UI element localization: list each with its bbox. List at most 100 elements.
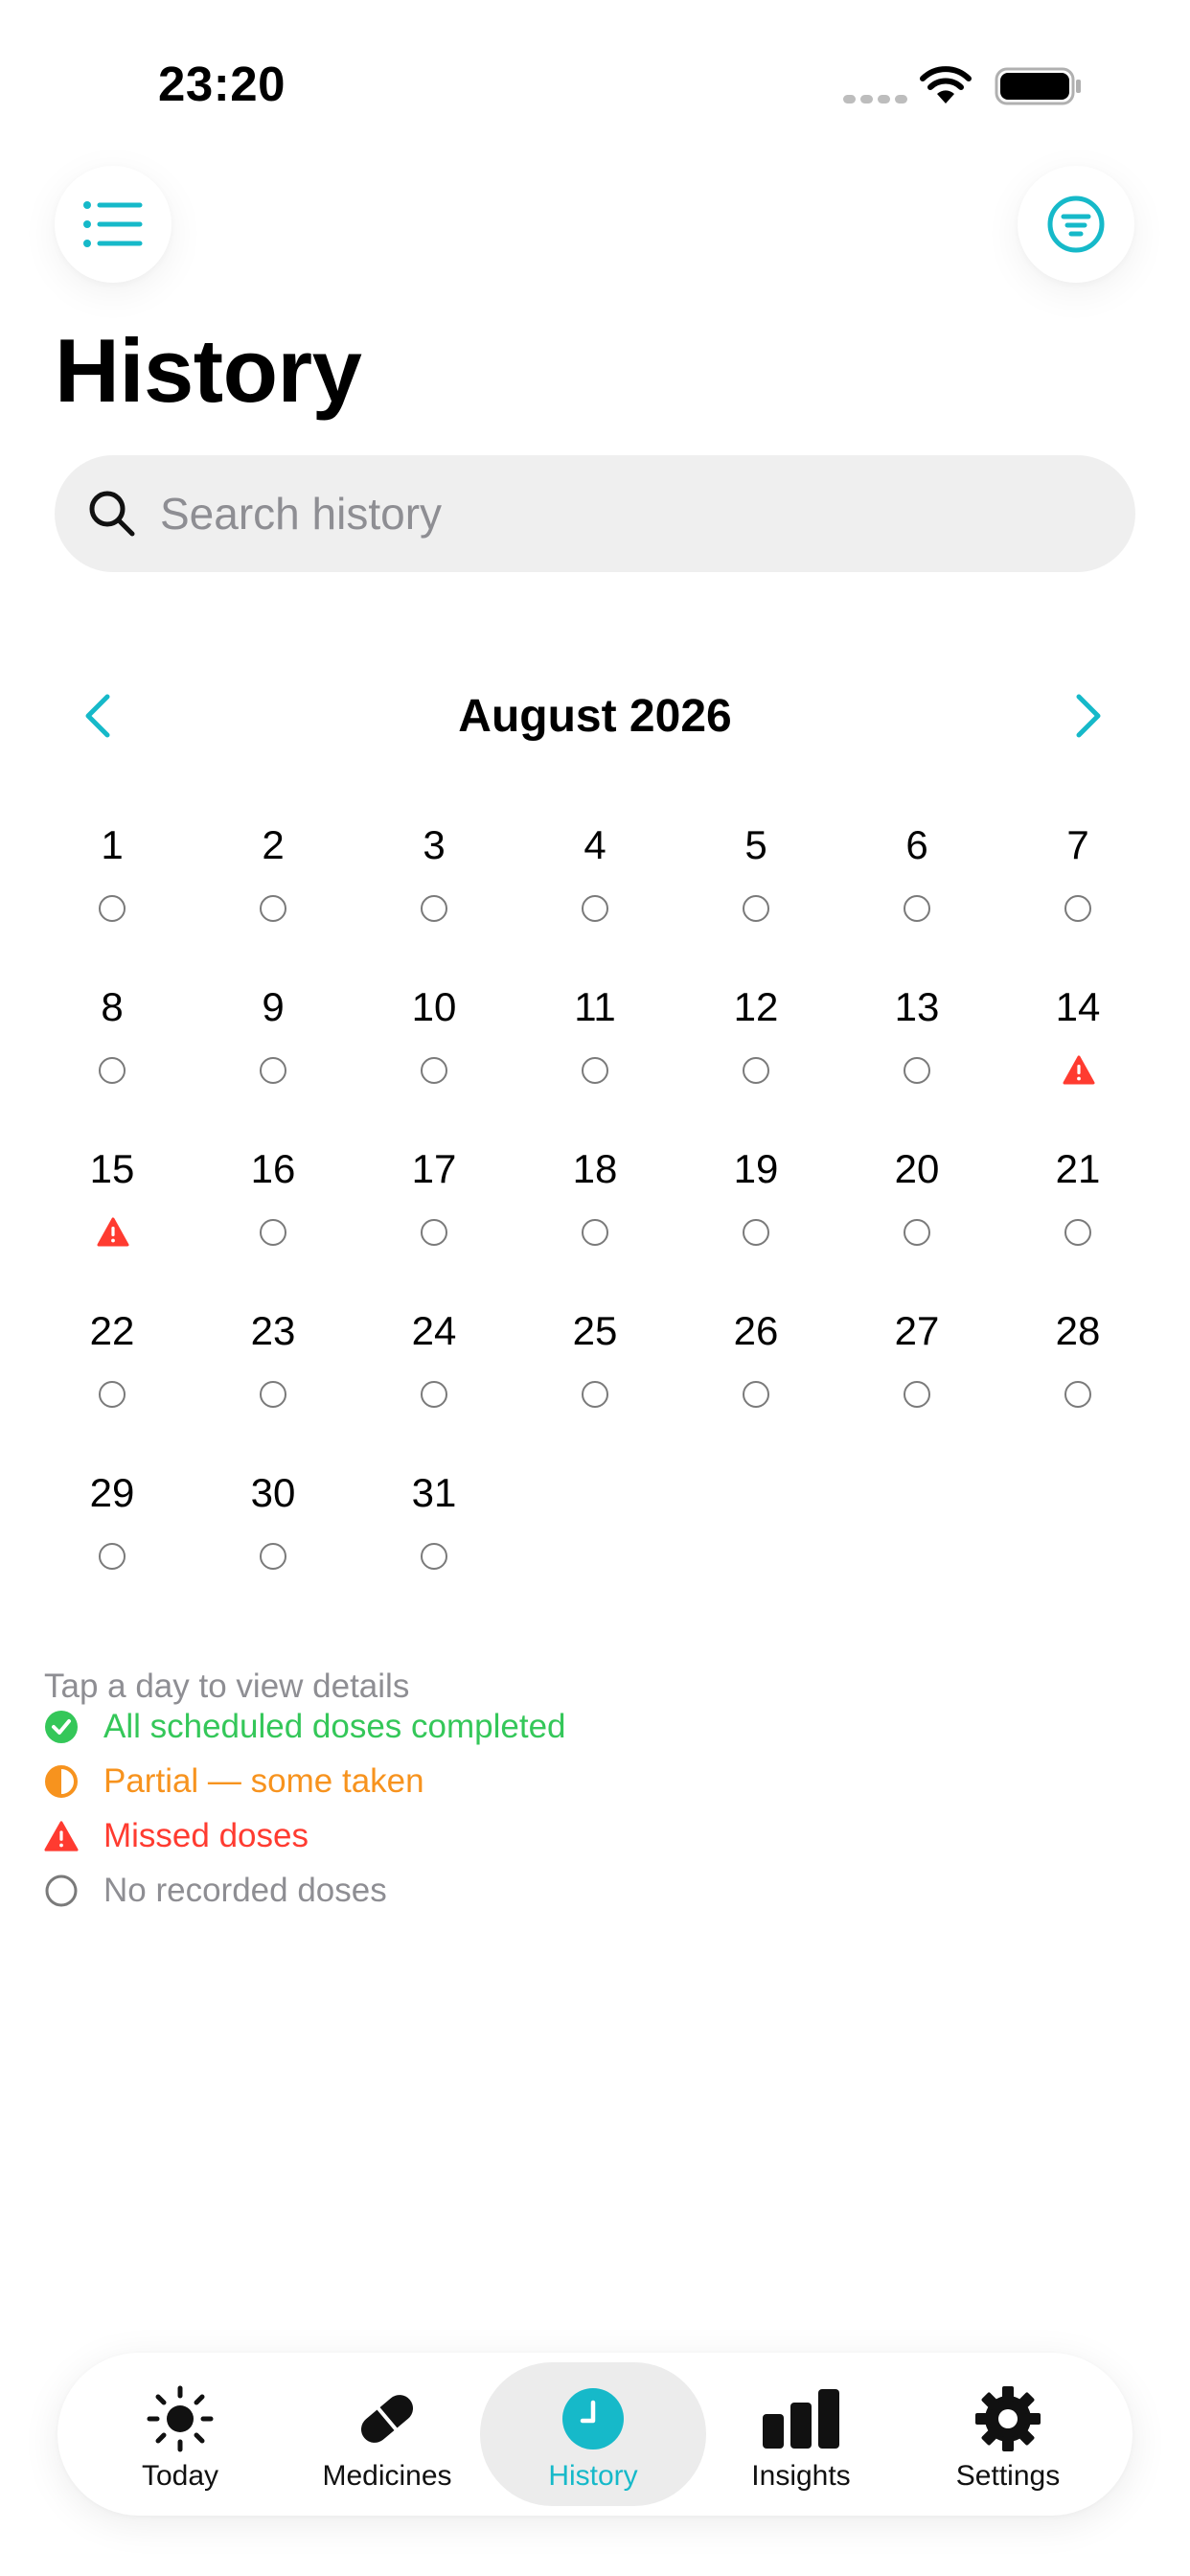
empty-circle-icon <box>1063 1217 1093 1248</box>
empty-circle-icon <box>419 1541 449 1572</box>
calendar-day[interactable]: 19 <box>675 1146 836 1261</box>
tab-bar: Today Medicines History Insights Setting… <box>57 2353 1133 2516</box>
empty-circle-icon <box>902 893 932 924</box>
calendar-day[interactable]: 22 <box>32 1308 193 1423</box>
calendar-day[interactable]: 5 <box>675 822 836 937</box>
tab-history[interactable]: History <box>480 2362 706 2506</box>
day-number: 26 <box>733 1308 779 1353</box>
empty-circle-icon <box>741 1379 771 1410</box>
previous-month-button[interactable] <box>80 693 115 739</box>
day-number: 8 <box>101 984 124 1029</box>
empty-circle-icon <box>741 893 771 924</box>
calendar-day[interactable]: 11 <box>515 984 675 1099</box>
day-number: 5 <box>744 822 767 867</box>
legend-hint: Tap a day to view details <box>44 1668 410 1705</box>
empty-circle-icon <box>580 893 610 924</box>
calendar-day[interactable]: 4 <box>515 822 675 937</box>
day-number: 3 <box>423 822 446 867</box>
calendar-day[interactable]: 18 <box>515 1146 675 1261</box>
empty-circle-icon <box>97 893 127 924</box>
calendar-day[interactable]: 28 <box>997 1308 1158 1423</box>
empty-circle-icon <box>258 1379 288 1410</box>
legend-item-none: No recorded doses <box>44 1870 387 1912</box>
day-number: 31 <box>411 1470 457 1515</box>
legend-label: No recorded doses <box>103 1872 387 1909</box>
calendar-day[interactable]: 30 <box>193 1470 354 1585</box>
calendar-day[interactable]: 1 <box>32 822 193 937</box>
empty-circle-icon <box>97 1055 127 1086</box>
calendar-day[interactable]: 27 <box>836 1308 997 1423</box>
calendar-day[interactable]: 20 <box>836 1146 997 1261</box>
legend-item-completed: All scheduled doses completed <box>44 1706 566 1748</box>
day-number: 29 <box>89 1470 135 1515</box>
menu-button[interactable] <box>55 166 172 283</box>
empty-circle-icon <box>419 893 449 924</box>
tab-insights[interactable]: Insights <box>696 2353 906 2516</box>
day-number: 14 <box>1055 984 1101 1029</box>
calendar-day[interactable]: 10 <box>354 984 515 1099</box>
empty-circle-icon <box>580 1217 610 1248</box>
legend-item-partial: Partial — some taken <box>44 1760 424 1803</box>
empty-circle-icon <box>902 1217 932 1248</box>
calendar-day[interactable]: 31 <box>354 1470 515 1585</box>
empty-circle-icon <box>258 1541 288 1572</box>
calendar-day[interactable]: 7 <box>997 822 1158 937</box>
day-number: 24 <box>411 1308 457 1353</box>
calendar-day[interactable]: 24 <box>354 1308 515 1423</box>
search-input[interactable] <box>160 455 1099 572</box>
day-number: 15 <box>89 1146 135 1191</box>
tab-label: History <box>548 2460 638 2492</box>
legend-item-missed: Missed doses <box>44 1815 309 1857</box>
calendar-day[interactable]: 3 <box>354 822 515 937</box>
calendar-day[interactable]: 6 <box>836 822 997 937</box>
day-number: 1 <box>101 822 124 867</box>
calendar-day[interactable]: 2 <box>193 822 354 937</box>
day-number: 6 <box>905 822 928 867</box>
calendar-day[interactable]: 15 <box>32 1146 193 1261</box>
next-month-button[interactable] <box>1071 693 1106 739</box>
calendar-day[interactable]: 16 <box>193 1146 354 1261</box>
calendar-day[interactable]: 29 <box>32 1470 193 1585</box>
calendar-day[interactable]: 14 <box>997 984 1158 1099</box>
day-number: 2 <box>262 822 285 867</box>
wifi-icon <box>920 66 972 104</box>
day-number: 22 <box>89 1308 135 1353</box>
day-number: 13 <box>894 984 940 1029</box>
search-icon <box>89 491 135 537</box>
calendar-day[interactable]: 26 <box>675 1308 836 1423</box>
filter-button[interactable] <box>1018 166 1134 283</box>
calendar-day[interactable]: 25 <box>515 1308 675 1423</box>
day-number: 17 <box>411 1146 457 1191</box>
calendar-day[interactable]: 17 <box>354 1146 515 1261</box>
day-number: 16 <box>250 1146 296 1191</box>
day-number: 25 <box>572 1308 618 1353</box>
tab-today[interactable]: Today <box>75 2353 286 2516</box>
search-bar[interactable] <box>55 455 1135 572</box>
check-circle-icon <box>44 1710 79 1744</box>
status-time: 23:20 <box>158 57 286 111</box>
warning-triangle-icon <box>1063 1055 1095 1086</box>
calendar-day[interactable]: 9 <box>193 984 354 1099</box>
warning-triangle-icon <box>44 1819 79 1853</box>
empty-circle-icon <box>258 1217 288 1248</box>
day-number: 30 <box>250 1470 296 1515</box>
calendar-day[interactable]: 12 <box>675 984 836 1099</box>
list-icon <box>83 201 143 247</box>
empty-circle-icon <box>97 1541 127 1572</box>
legend-label: All scheduled doses completed <box>103 1708 566 1745</box>
day-number: 10 <box>411 984 457 1029</box>
empty-circle-icon <box>1063 893 1093 924</box>
tab-medicines[interactable]: Medicines <box>282 2353 492 2516</box>
calendar-day[interactable]: 23 <box>193 1308 354 1423</box>
calendar-day[interactable]: 13 <box>836 984 997 1099</box>
calendar-day[interactable]: 21 <box>997 1146 1158 1261</box>
calendar-day[interactable]: 8 <box>32 984 193 1099</box>
empty-circle-icon <box>258 893 288 924</box>
tab-settings[interactable]: Settings <box>903 2353 1113 2516</box>
half-circle-icon <box>44 1764 79 1799</box>
warning-triangle-icon <box>97 1217 129 1248</box>
sun-icon <box>75 2381 286 2456</box>
day-number: 19 <box>733 1146 779 1191</box>
day-number: 27 <box>894 1308 940 1353</box>
day-number: 20 <box>894 1146 940 1191</box>
